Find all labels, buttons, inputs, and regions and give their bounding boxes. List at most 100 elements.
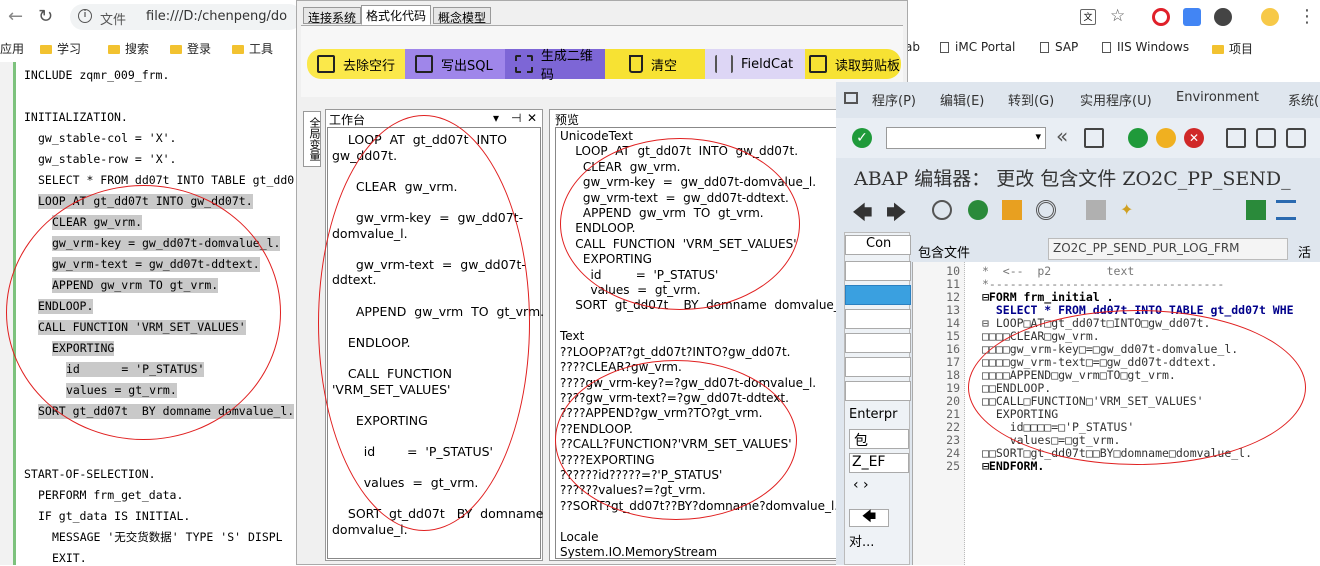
find-icon[interactable] bbox=[1256, 128, 1276, 148]
print-icon[interactable] bbox=[1226, 128, 1246, 148]
bookmark-apps[interactable]: 应用 bbox=[0, 40, 24, 57]
annotation-ellipse-workbench bbox=[318, 115, 530, 531]
arrow-right-icon[interactable]: 🡆 bbox=[886, 198, 907, 232]
close-icon[interactable]: ✕ bbox=[527, 111, 537, 125]
folder-icon bbox=[170, 45, 182, 54]
extension-icon[interactable] bbox=[1214, 8, 1232, 26]
nav-icon-row[interactable] bbox=[845, 261, 911, 281]
dropdown-icon[interactable]: ▾ bbox=[493, 111, 499, 125]
bookmark-folder[interactable]: 搜索 bbox=[108, 40, 149, 57]
arrow-left-icon[interactable]: 🡄 bbox=[852, 198, 873, 232]
clipboard-icon bbox=[809, 55, 827, 73]
star-icon[interactable]: ☆ bbox=[1110, 6, 1125, 26]
code-line: EXIT. bbox=[52, 551, 87, 565]
trash-icon bbox=[629, 55, 643, 73]
nav-back-button[interactable]: 🡄 bbox=[849, 509, 889, 527]
confirm-icon[interactable]: ✓ bbox=[852, 128, 872, 148]
back-green-icon[interactable] bbox=[1128, 128, 1148, 148]
list-lines-icon[interactable] bbox=[1276, 200, 1296, 220]
reload-icon[interactable]: ↻ bbox=[38, 6, 53, 27]
clear-button[interactable]: 清空 bbox=[605, 49, 705, 79]
nav-object-label[interactable]: 对... bbox=[849, 531, 874, 550]
bookmark-folder[interactable]: 工具 bbox=[232, 40, 273, 57]
cancel-red-icon[interactable]: ✕ bbox=[1184, 128, 1204, 148]
tab-connect[interactable]: 连接系统 bbox=[303, 7, 362, 25]
check-syntax-icon[interactable] bbox=[968, 200, 988, 220]
nav-icon-row[interactable] bbox=[845, 333, 911, 353]
write-sql-button[interactable]: 写出SQL bbox=[405, 49, 505, 79]
bookmark-iis[interactable]: IIS Windows bbox=[1102, 40, 1189, 54]
sap-app-toolbar: 🡄 🡆 ✦ bbox=[836, 196, 1320, 226]
nav-icon-row[interactable] bbox=[845, 357, 911, 377]
page-icon bbox=[1102, 42, 1111, 53]
nav-package-label[interactable]: 包 bbox=[849, 429, 909, 449]
page-icon bbox=[940, 42, 949, 53]
where-used-icon[interactable] bbox=[1086, 200, 1106, 220]
collapse-icon[interactable]: « bbox=[1056, 124, 1068, 148]
opera-icon[interactable] bbox=[1152, 8, 1170, 26]
info-icon[interactable]: i bbox=[78, 9, 92, 23]
wand-icon[interactable]: ✦ bbox=[1120, 200, 1140, 220]
code-line: gw_stable-col = 'X'. bbox=[38, 131, 177, 145]
generate-qrcode-button[interactable]: 生成二维码 bbox=[505, 49, 605, 83]
code-line: MESSAGE '无交货数据' TYPE 'S' DISPL bbox=[52, 530, 283, 544]
code-line: gw_stable-row = 'X'. bbox=[38, 152, 177, 166]
remove-blank-lines-button[interactable]: 去除空行 bbox=[307, 49, 405, 79]
display-change-icon[interactable] bbox=[932, 200, 952, 220]
menu-system[interactable]: 系统( bbox=[1288, 90, 1319, 109]
nav-enterprise-label[interactable]: Enterpr bbox=[845, 407, 911, 427]
edit-icon bbox=[415, 55, 433, 73]
bookmark-folder[interactable]: 项目 bbox=[1212, 40, 1253, 57]
chevron-down-icon: ▾ bbox=[1035, 130, 1041, 143]
back-icon[interactable]: ← bbox=[8, 6, 23, 27]
menu-utilities[interactable]: 实用程序(U) bbox=[1080, 90, 1152, 109]
read-clipboard-button[interactable]: 读取剪贴板 bbox=[805, 49, 901, 79]
translate-icon[interactable]: 文 bbox=[1080, 9, 1096, 25]
folder-icon bbox=[1212, 45, 1224, 54]
menu-edit[interactable]: 编辑(E) bbox=[940, 90, 984, 109]
test-icon[interactable] bbox=[1036, 200, 1056, 220]
address-text: file:///D:/chenpeng/do bbox=[146, 9, 288, 24]
window-menu-icon[interactable] bbox=[844, 92, 858, 104]
up-yellow-icon[interactable] bbox=[1156, 128, 1176, 148]
menu-goto[interactable]: 转到(G) bbox=[1008, 90, 1054, 109]
activate-icon[interactable] bbox=[1002, 200, 1022, 220]
bookmark-imc[interactable]: iMC Portal bbox=[940, 40, 1015, 54]
translate-ext-icon[interactable] bbox=[1183, 8, 1201, 26]
menu-environment[interactable]: Environment bbox=[1176, 90, 1259, 105]
find-next-icon[interactable] bbox=[1286, 128, 1306, 148]
bookmark-folder[interactable]: 登录 bbox=[170, 40, 211, 57]
list-icon bbox=[715, 55, 733, 73]
save-icon[interactable] bbox=[1084, 128, 1104, 148]
pin-icon[interactable]: ⊣ bbox=[511, 111, 521, 125]
annotation-ellipse-left bbox=[6, 185, 281, 440]
code-line: START-OF-SELECTION. bbox=[24, 467, 156, 481]
nav-zef-label[interactable]: Z_EF bbox=[849, 453, 909, 473]
code-line: IF gt_data IS INITIAL. bbox=[38, 509, 191, 523]
code-line: INITIALIZATION. bbox=[24, 110, 128, 124]
bookmark-folder[interactable]: 学习 bbox=[40, 40, 81, 57]
qrcode-icon bbox=[515, 55, 533, 73]
folder-icon bbox=[40, 45, 52, 54]
global-vars-side-tab[interactable]: 全局变量 bbox=[303, 111, 321, 167]
workbench-title: 工作台 bbox=[329, 113, 366, 127]
tab-concept-model[interactable]: 概念模型 bbox=[433, 7, 492, 25]
command-field[interactable]: ▾ bbox=[886, 127, 1046, 149]
fieldcat-button[interactable]: FieldCat bbox=[705, 49, 805, 79]
document-icon bbox=[317, 55, 335, 73]
tab-format-code[interactable]: 格式化代码 bbox=[361, 5, 432, 25]
nav-icon-row[interactable] bbox=[845, 381, 911, 401]
include-field[interactable]: ZO2C_PP_SEND_PUR_LOG_FRM bbox=[1048, 238, 1288, 260]
annotation-ellipse-preview-bottom bbox=[555, 360, 797, 520]
nav-arrows[interactable]: ‹ › bbox=[853, 477, 869, 493]
nav-icon-row[interactable] bbox=[845, 309, 911, 329]
preview-title: 预览 bbox=[555, 113, 580, 127]
nav-con-tab[interactable]: Con bbox=[845, 235, 911, 255]
avatar[interactable] bbox=[1261, 8, 1279, 26]
menu-icon[interactable]: ⋮ bbox=[1298, 6, 1316, 27]
bookmark-sap[interactable]: SAP bbox=[1040, 40, 1078, 54]
nav-icon-row-selected[interactable] bbox=[845, 285, 911, 305]
menu-program[interactable]: 程序(P) bbox=[872, 90, 916, 109]
hierarchy-icon[interactable] bbox=[1246, 200, 1266, 220]
address-bar[interactable]: i 文件 file:///D:/chenpeng/do bbox=[70, 4, 302, 30]
